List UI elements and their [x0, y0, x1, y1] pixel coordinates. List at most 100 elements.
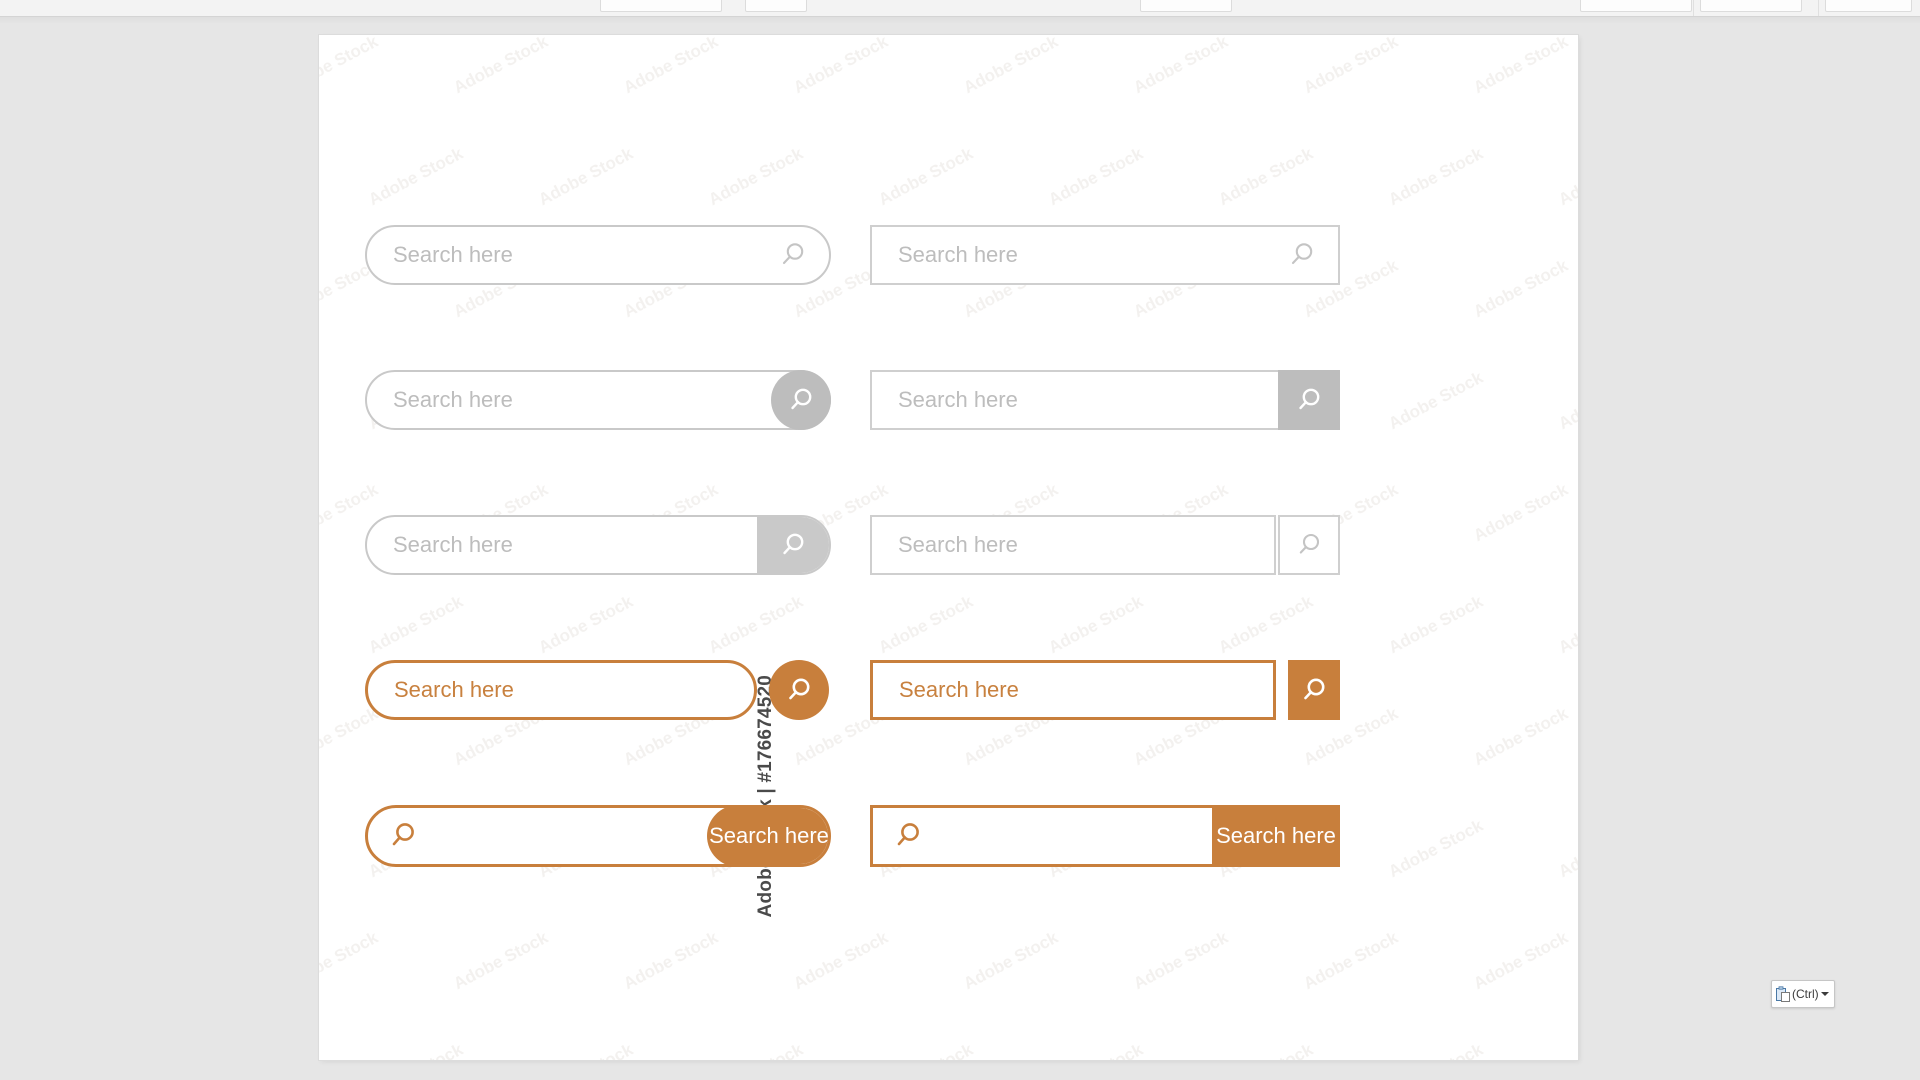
search-submit-label: Search here — [709, 823, 829, 848]
watermark-text: Adobe Stock — [875, 591, 977, 658]
search-bar-row2-left[interactable]: Search here — [365, 370, 831, 430]
watermark-text: Adobe Stock — [1385, 1040, 1486, 1060]
watermark-text: Adobe Stock — [535, 1040, 636, 1060]
ribbon-group-5[interactable] — [1700, 0, 1802, 12]
watermark-text: Adobe Stock — [1130, 35, 1232, 98]
watermark-text: Adobe Stock — [875, 143, 977, 210]
search-icon — [1304, 678, 1325, 700]
watermark-text: Adobe Stock — [319, 703, 382, 770]
search-bar-row5-left[interactable]: Search here — [365, 805, 831, 867]
clipboard-icon — [1776, 986, 1790, 1002]
watermark-text: Adobe Stock — [1470, 927, 1572, 994]
search-placeholder: Search here — [898, 532, 1018, 557]
watermark-text: Adobe Stock — [1300, 927, 1402, 994]
watermark-text: Adobe Stock — [1555, 1040, 1578, 1060]
watermark-text: Adobe Stock — [620, 927, 722, 994]
search-icon[interactable] — [1286, 240, 1316, 270]
search-icon — [789, 678, 810, 700]
ribbon-separator — [1818, 0, 1819, 16]
ribbon-group-3[interactable] — [1140, 0, 1232, 12]
watermark-text: Adobe Stock — [1385, 591, 1487, 658]
watermark-text: Adobe Stock — [365, 591, 467, 658]
word-document-window: Adobe Stock Adobe Stock Adobe Stock Adobe S… — [0, 0, 1920, 1080]
watermark-text: Adobe Stock — [1300, 35, 1402, 98]
search-icon — [791, 388, 812, 410]
watermark-text: Adobe Stock — [620, 35, 722, 98]
ribbon-group-1[interactable] — [600, 0, 722, 12]
search-bar-row5-right[interactable]: Search here — [870, 805, 1340, 867]
watermark-text: Adobe Stock — [1555, 816, 1578, 882]
search-bar-row1-left[interactable]: Search here — [365, 225, 831, 285]
search-submit-label: Search here — [1216, 823, 1336, 848]
watermark-text: Adobe Stock — [1215, 143, 1317, 210]
watermark-text: Adobe Stock — [875, 1040, 976, 1060]
watermark-text: Adobe Stock — [1130, 927, 1232, 994]
watermark-text: Adobe Stock — [1385, 143, 1487, 210]
search-button[interactable] — [771, 370, 831, 430]
search-bar-row2-right[interactable]: Search here — [870, 370, 1340, 430]
document-page[interactable]: Adobe Stock Adobe Stock Adobe Stock Adobe S… — [319, 35, 1835, 1060]
watermark-text: Adobe Stock — [790, 927, 892, 994]
watermark-text: Adobe Stock — [319, 927, 382, 994]
watermark-text: Adobe Stock — [790, 35, 892, 98]
search-icon — [783, 533, 804, 555]
watermark-text: Adobe Stock — [1385, 367, 1487, 434]
ribbon-group-4[interactable] — [1580, 0, 1692, 12]
search-bar-row3-right[interactable]: Search here — [870, 515, 1276, 575]
search-submit-button[interactable]: Search here — [707, 808, 829, 864]
search-placeholder: Search here — [394, 677, 514, 702]
watermark-text: Adobe Stock — [1045, 1040, 1146, 1060]
watermark-text: Adobe Stock — [365, 143, 467, 210]
search-bar-row4-right[interactable]: Search here — [870, 660, 1276, 720]
watermark-text: Adobe Stock — [365, 1040, 466, 1060]
watermark-text: Adobe Stock — [705, 143, 807, 210]
search-placeholder: Search here — [899, 677, 1019, 702]
watermark-text: Adobe Stock — [450, 35, 552, 98]
watermark-text: Adobe Stock — [535, 143, 637, 210]
watermark-text: Adobe Stock — [319, 35, 382, 98]
paste-options-label: (Ctrl) — [1792, 987, 1819, 1001]
artwork-canvas: Adobe Stock Adobe Stock Adobe Stock Adobe S… — [319, 35, 1578, 1060]
stock-credit-line: Adobe Stock | #176674520 — [755, 675, 776, 918]
search-button-row4-left[interactable] — [769, 660, 829, 720]
watermark-text: Adobe Stock — [1385, 815, 1487, 882]
watermark-text: Adobe Stock — [705, 1040, 806, 1060]
search-placeholder: Search here — [393, 532, 513, 557]
search-bar-row1-right[interactable]: Search here — [870, 225, 1340, 285]
ribbon-group-2[interactable] — [745, 0, 807, 12]
paste-options-button[interactable]: (Ctrl) — [1771, 980, 1835, 1008]
search-submit-button[interactable]: Search here — [1212, 808, 1337, 864]
ribbon-group-6[interactable] — [1825, 0, 1912, 12]
watermark-text: Adobe Stock — [1045, 143, 1147, 210]
watermark-text: Adobe Stock — [960, 35, 1062, 98]
search-placeholder: Search here — [393, 242, 513, 267]
search-bar-row4-left[interactable]: Search here — [365, 660, 757, 720]
search-placeholder: Search here — [898, 242, 1018, 267]
search-icon — [1299, 533, 1320, 554]
watermark-text: Adobe Stock — [1045, 591, 1147, 658]
ribbon-shadow — [0, 17, 1920, 24]
watermark-text: Adobe Stock — [1215, 591, 1317, 658]
search-icon[interactable] — [388, 820, 420, 852]
watermark-text: Adobe Stock — [1555, 592, 1578, 658]
watermark-text: Adobe Stock — [1470, 479, 1572, 546]
chevron-down-icon[interactable] — [1820, 992, 1829, 996]
ribbon-bottom-sliver — [0, 0, 1920, 17]
search-button-row4-right[interactable] — [1288, 660, 1340, 720]
search-icon[interactable] — [893, 820, 925, 852]
ribbon-separator — [1693, 0, 1694, 16]
search-button[interactable] — [1278, 370, 1340, 430]
search-placeholder: Search here — [898, 387, 1018, 412]
watermark-text: Adobe Stock — [1555, 144, 1578, 210]
search-bar-row3-left[interactable]: Search here — [365, 515, 831, 575]
watermark-text: Adobe Stock — [1555, 368, 1578, 434]
watermark-text: Adobe Stock — [1470, 703, 1572, 770]
watermark-text: Adobe Stock — [1470, 255, 1572, 322]
search-icon — [1299, 388, 1320, 410]
search-button-row3-right[interactable] — [1278, 515, 1340, 575]
watermark-text: Adobe Stock — [1470, 35, 1572, 98]
watermark-text: Adobe Stock — [535, 591, 637, 658]
search-icon[interactable] — [777, 240, 807, 270]
search-button[interactable] — [757, 517, 829, 573]
watermark-text: Adobe Stock — [450, 927, 552, 994]
